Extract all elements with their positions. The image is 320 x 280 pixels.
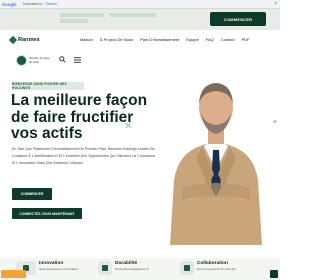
- logo[interactable]: Ranmes: [8, 35, 40, 45]
- feature-title: Collaboration: [197, 261, 228, 266]
- contact-info-address: [110, 13, 156, 17]
- user-chip[interactable]: Nombre de ligne du texte: [16, 55, 51, 66]
- nav-item-home[interactable]: Maison: [80, 37, 93, 42]
- nav-item-faq[interactable]: FAQ: [206, 37, 214, 42]
- top-info-bar: COMMENCER: [0, 9, 280, 30]
- translate-bar: Google Translated to: French ×: [0, 0, 280, 9]
- page: Google Translated to: French × COMMENCER…: [0, 0, 280, 280]
- contact-info-phone: [60, 19, 88, 23]
- scroll-top-button[interactable]: [270, 270, 278, 278]
- top-start-button[interactable]: COMMENCER: [210, 12, 266, 26]
- header-controls: Nombre de ligne du texte: [16, 55, 81, 66]
- feature-subtitle: Nous Favorisons L'innovation: [39, 267, 79, 271]
- handshake-icon: [180, 261, 194, 275]
- language-select[interactable]: French: [46, 2, 57, 6]
- logo-mark-icon: [8, 35, 18, 45]
- avatar: [16, 55, 27, 66]
- decor-cross-icon: ✕: [124, 121, 133, 132]
- welcome-badge: BIENVENUE DANS FICHIER DES HOLDINGS: [12, 82, 84, 90]
- hero-description: En Tant Que Plateforme D'investissement …: [12, 147, 156, 165]
- logo-text: Ranmes: [18, 37, 40, 43]
- nav-item-contact[interactable]: Contact: [221, 37, 235, 42]
- feature-title: Innovation: [39, 261, 64, 266]
- nav-item-team[interactable]: Équipe: [186, 37, 198, 42]
- connect-now-button[interactable]: CONNECTEZ-VOUS MAINTENANT: [12, 208, 82, 219]
- google-logo: Google: [2, 1, 17, 7]
- notice-badge[interactable]: [1, 270, 26, 278]
- nav-item-about[interactable]: À Propos De Nous: [100, 37, 133, 42]
- translated-by-label: Translated to:: [22, 2, 44, 6]
- contact-info-email: [60, 13, 104, 17]
- feature-subtitle: Nous Croyons Au Pouvoir Du: [197, 267, 237, 271]
- feature-subtitle: Nous Nous Engageons À: [115, 267, 149, 271]
- close-icon[interactable]: ×: [274, 1, 277, 7]
- site-header: Ranmes Maison À Propos De Nous Plan D'in…: [0, 30, 280, 50]
- decor-star-icon: ✦: [272, 119, 278, 126]
- hero-title: La meilleure façon de faire fructifier v…: [11, 92, 148, 142]
- nav-item-investment-plan[interactable]: Plan D'investissement: [140, 37, 179, 42]
- feature-sustainability: Durabilité Nous Nous Engageons À: [98, 261, 149, 275]
- hero-businessman-image: [170, 83, 262, 245]
- nav-item-pdf[interactable]: PDF: [242, 37, 250, 42]
- feature-title: Durabilité: [115, 261, 138, 266]
- feature-collaboration: Collaboration Nous Croyons Au Pouvoir Du: [180, 261, 236, 275]
- leaf-icon: [98, 261, 112, 275]
- search-icon[interactable]: [59, 56, 66, 65]
- user-name: Nombre de ligne du texte: [29, 56, 50, 64]
- features-strip: Innovation Nous Favorisons L'innovation …: [0, 258, 280, 280]
- menu-icon[interactable]: [74, 56, 81, 65]
- main-nav: Maison À Propos De Nous Plan D'investiss…: [80, 37, 250, 42]
- start-button[interactable]: COMMENCER: [12, 188, 52, 200]
